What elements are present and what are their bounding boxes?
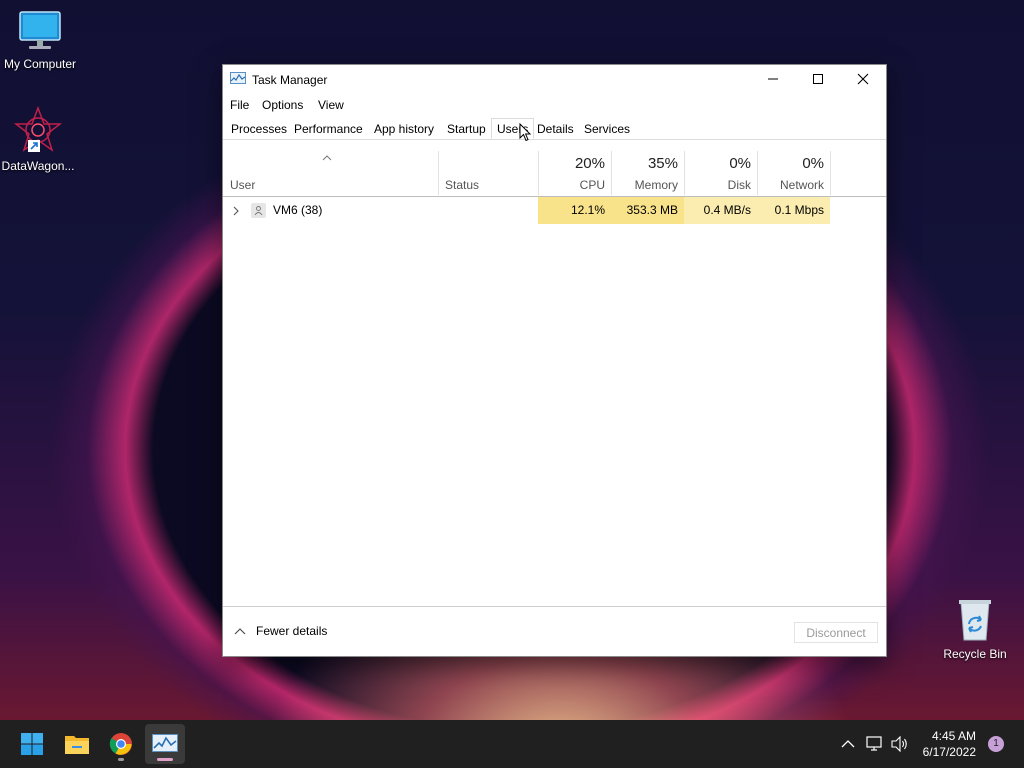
task-manager-icon bbox=[152, 734, 178, 752]
column-status[interactable]: Status bbox=[445, 178, 479, 192]
start-icon bbox=[21, 733, 43, 755]
table-row[interactable]: VM6 (38) 12.1% 353.3 MB 0.4 MB/s 0.1 Mbp… bbox=[223, 197, 886, 224]
network-total-percent: 0% bbox=[802, 155, 824, 172]
cpu-total-percent: 20% bbox=[574, 155, 605, 172]
sort-up-icon[interactable] bbox=[322, 155, 332, 161]
close-button[interactable] bbox=[840, 65, 886, 93]
network-label: Network bbox=[779, 178, 824, 192]
taskbar-chrome[interactable] bbox=[101, 724, 141, 764]
system-clock[interactable]: 4:45 AM 6/17/2022 bbox=[923, 728, 976, 760]
title-bar[interactable]: Task Manager bbox=[223, 65, 886, 93]
clock-time: 4:45 AM bbox=[931, 729, 976, 743]
running-indicator bbox=[118, 758, 124, 761]
datawagon-icon bbox=[13, 105, 63, 152]
taskbar: 4:45 AM 6/17/2022 1 bbox=[0, 720, 1024, 768]
tab-app-history[interactable]: App history bbox=[374, 122, 434, 136]
desktop-icon-label: My Computer bbox=[3, 57, 77, 71]
tab-performance[interactable]: Performance bbox=[294, 122, 363, 136]
row-memory: 353.3 MB bbox=[611, 197, 684, 224]
computer-icon bbox=[19, 11, 61, 49]
recycle-bin-icon bbox=[959, 600, 991, 641]
chrome-icon bbox=[109, 733, 132, 755]
column-memory[interactable]: 35% Memory bbox=[612, 151, 684, 195]
minimize-icon bbox=[768, 78, 778, 80]
row-network: 0.1 Mbps bbox=[757, 197, 830, 224]
memory-label: Memory bbox=[634, 178, 678, 192]
network-icon[interactable] bbox=[866, 736, 884, 752]
column-separator bbox=[438, 151, 439, 195]
mouse-cursor-icon bbox=[519, 123, 532, 142]
window-title: Task Manager bbox=[252, 73, 328, 87]
chevron-up-icon bbox=[234, 628, 246, 635]
disconnect-button[interactable]: Disconnect bbox=[794, 622, 878, 643]
disk-label: Disk bbox=[727, 178, 751, 192]
menu-bar: File Options View bbox=[223, 93, 886, 115]
fewer-details-button[interactable]: Fewer details bbox=[234, 624, 327, 638]
row-cpu: 12.1% bbox=[538, 197, 611, 224]
notification-badge[interactable]: 1 bbox=[988, 736, 1004, 752]
desktop-icon-label: Recycle Bin bbox=[943, 647, 1007, 661]
active-indicator bbox=[157, 758, 173, 761]
memory-total-percent: 35% bbox=[647, 155, 678, 172]
column-header: User Status 20% CPU 35% Memory 0% Disk 0… bbox=[223, 151, 886, 197]
desktop-icon-label: DataWagon... bbox=[1, 159, 75, 173]
maximize-icon bbox=[813, 74, 823, 84]
menu-options[interactable]: Options bbox=[262, 98, 303, 112]
task-manager-window: Task Manager File Options View Processes… bbox=[222, 64, 887, 657]
chevron-up-icon[interactable] bbox=[841, 739, 855, 749]
desktop-icon-recycle-bin[interactable]: Recycle Bin bbox=[935, 598, 1015, 661]
minimize-button[interactable] bbox=[750, 65, 796, 93]
tab-bar: Processes Performance App history Startu… bbox=[223, 117, 886, 142]
taskbar-task-manager[interactable] bbox=[145, 724, 185, 764]
row-status bbox=[439, 197, 538, 224]
desktop-icon-datawagon[interactable]: DataWagon... bbox=[0, 105, 78, 173]
column-user[interactable]: User bbox=[230, 178, 255, 192]
desktop-icon-my-computer[interactable]: My Computer bbox=[0, 10, 80, 71]
disk-total-percent: 0% bbox=[729, 155, 751, 172]
column-cpu[interactable]: 20% CPU bbox=[539, 151, 611, 195]
column-network[interactable]: 0% Network bbox=[758, 151, 830, 195]
maximize-button[interactable] bbox=[795, 65, 841, 93]
tab-processes[interactable]: Processes bbox=[231, 122, 287, 136]
notification-count: 1 bbox=[993, 738, 999, 749]
row-disk: 0.4 MB/s bbox=[684, 197, 757, 224]
fewer-details-label: Fewer details bbox=[256, 624, 328, 638]
footer-bar: Fewer details Disconnect bbox=[223, 606, 886, 657]
clock-date: 6/17/2022 bbox=[922, 745, 976, 759]
column-disk[interactable]: 0% Disk bbox=[685, 151, 757, 195]
file-explorer-icon bbox=[65, 736, 89, 754]
tab-services[interactable]: Services bbox=[584, 122, 630, 136]
tab-startup[interactable]: Startup bbox=[447, 122, 486, 136]
menu-file[interactable]: File bbox=[230, 98, 249, 112]
taskbar-file-explorer[interactable] bbox=[57, 724, 97, 764]
chevron-right-icon[interactable] bbox=[232, 206, 240, 216]
cpu-label: CPU bbox=[579, 178, 605, 192]
close-icon bbox=[857, 73, 869, 85]
tab-details[interactable]: Details bbox=[537, 122, 574, 136]
row-user: VM6 (38) bbox=[273, 203, 323, 217]
column-separator bbox=[830, 151, 831, 195]
user-avatar-icon bbox=[251, 203, 266, 218]
menu-view[interactable]: View bbox=[318, 98, 344, 112]
task-manager-icon bbox=[230, 72, 246, 84]
start-button[interactable] bbox=[12, 724, 52, 764]
volume-icon[interactable] bbox=[891, 736, 909, 752]
